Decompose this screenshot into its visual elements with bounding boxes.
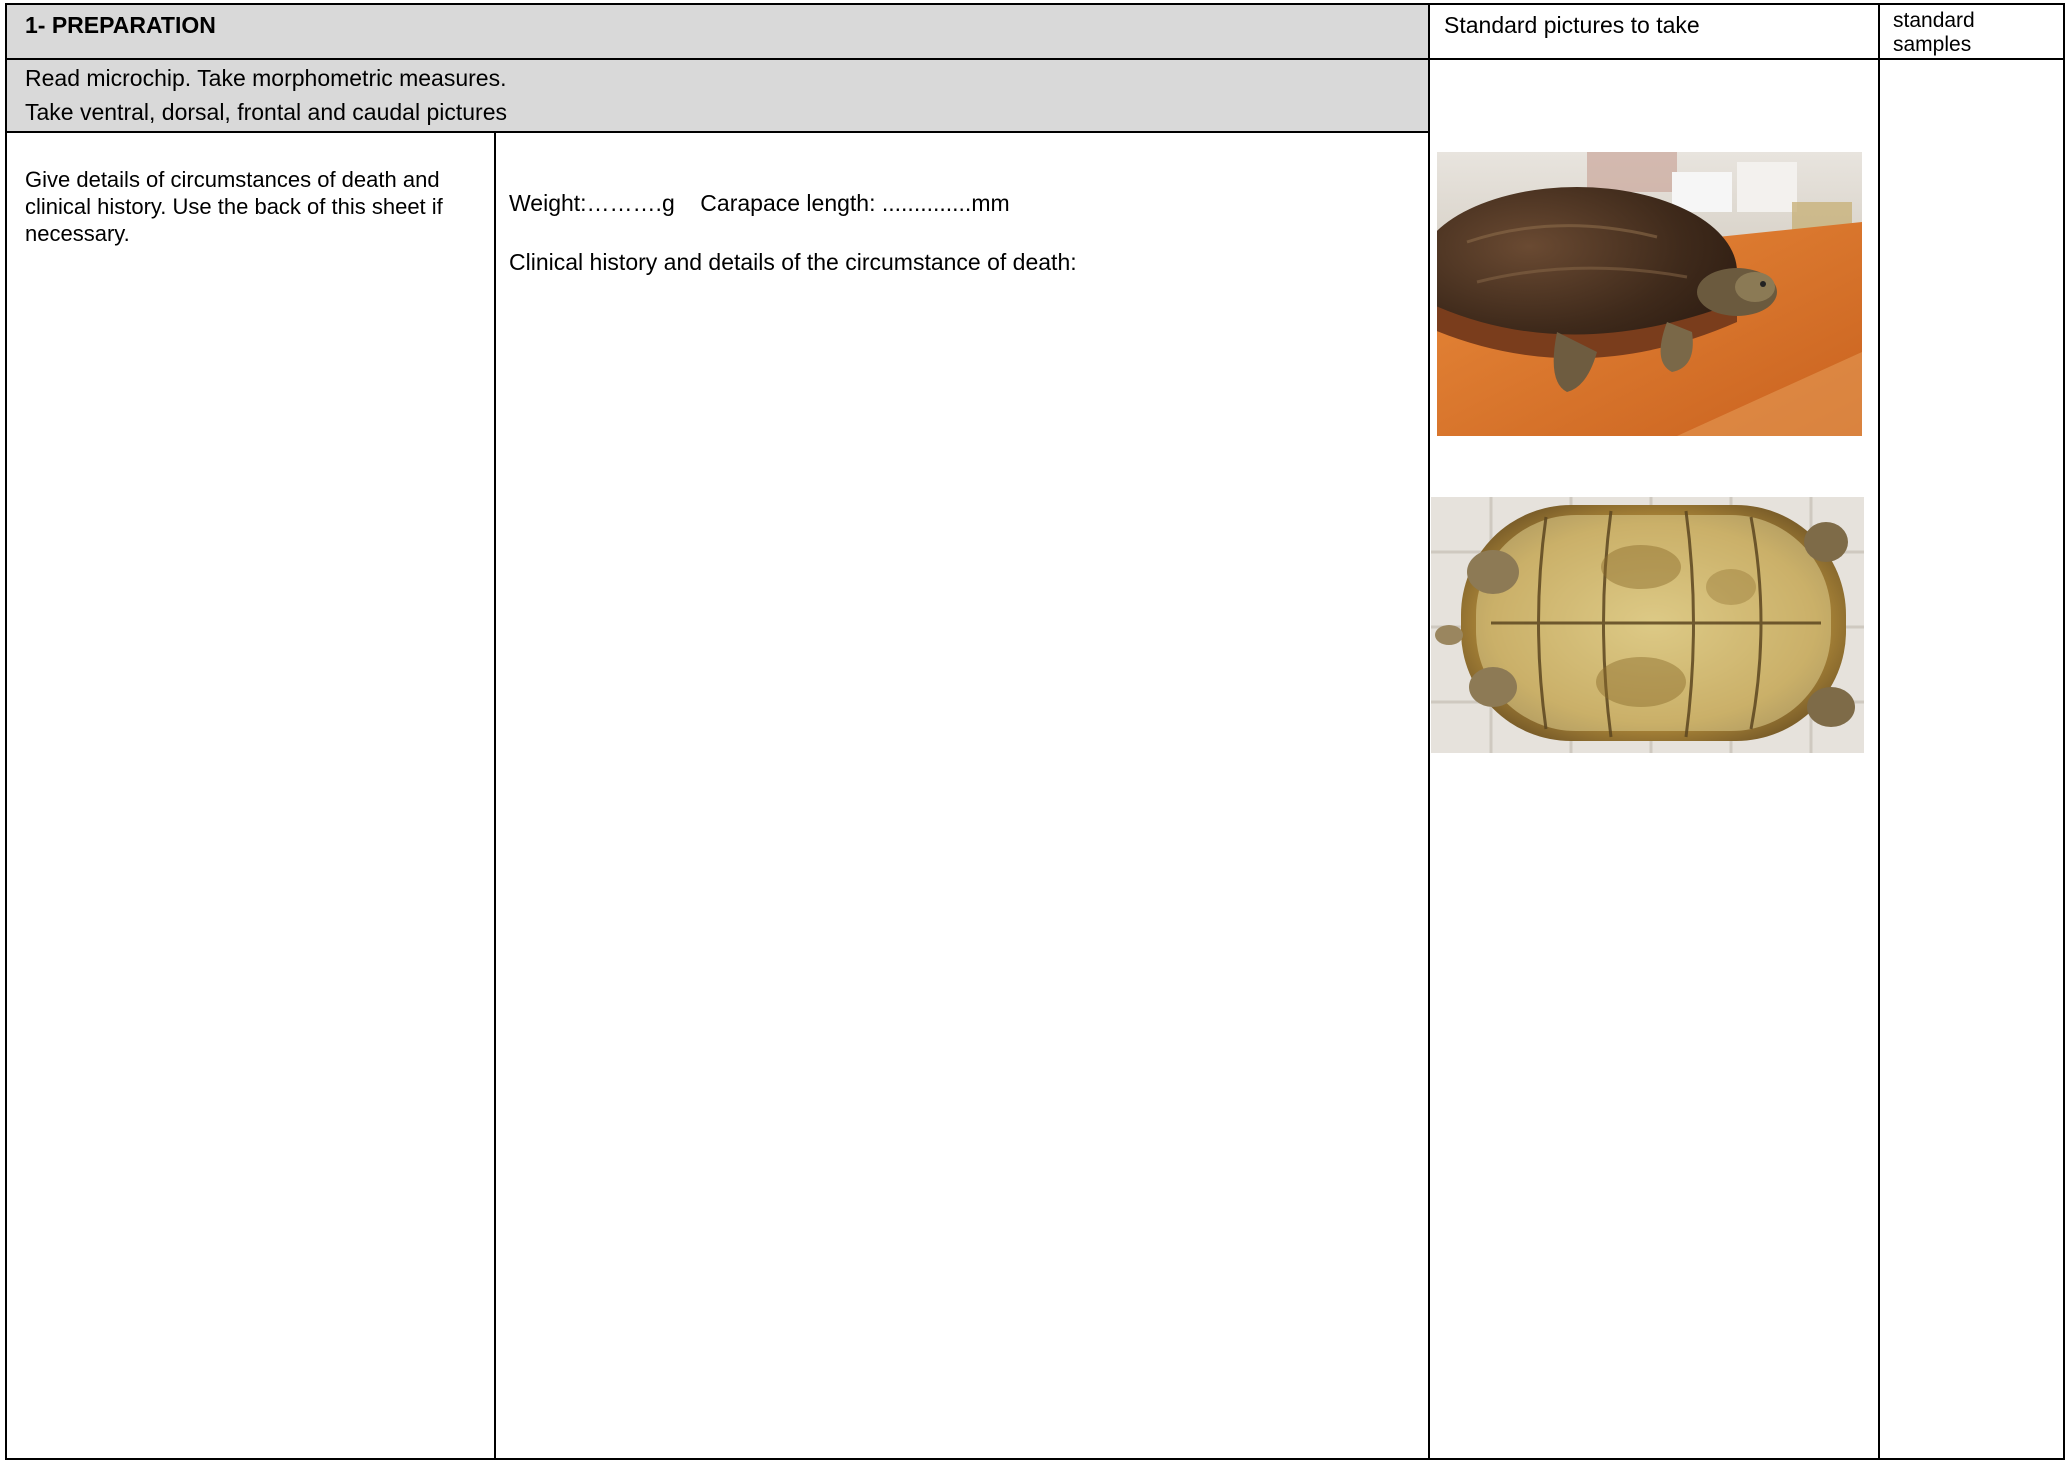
pictures-header: Standard pictures to take xyxy=(1444,12,1700,38)
pictures-header-cell: Standard pictures to take xyxy=(1428,3,1880,60)
samples-column xyxy=(1878,58,2065,1460)
section-title-cell: 1- PREPARATION xyxy=(5,3,1430,60)
section-title: 1- PREPARATION xyxy=(25,12,216,38)
instructions-cell: Read microchip. Take morphometric measur… xyxy=(5,58,1430,133)
necropsy-sheet: 1- PREPARATION Standard pictures to take… xyxy=(0,0,2065,1460)
tortoise-ventral-photo xyxy=(1431,497,1864,753)
instruction-line-1: Read microchip. Take morphometric measur… xyxy=(25,65,507,91)
weight-carapace-field[interactable]: Weight:……….g Carapace length: ..........… xyxy=(509,189,1010,217)
samples-header-cell: standard samples xyxy=(1878,3,2065,60)
death-details-instruction: Give details of circumstances of death a… xyxy=(25,167,443,246)
clinical-history-input-area[interactable] xyxy=(506,283,1416,1443)
pictures-column xyxy=(1428,58,1880,1460)
form-cell: Weight:……….g Carapace length: ..........… xyxy=(494,131,1430,1460)
instruction-line-2: Take ventral, dorsal, frontal and caudal… xyxy=(25,99,507,125)
instructions-left-cell: Give details of circumstances of death a… xyxy=(5,131,496,1460)
samples-header-line1: standard xyxy=(1893,9,1975,32)
clinical-history-label: Clinical history and details of the circ… xyxy=(509,249,1077,275)
tortoise-dorsal-photo xyxy=(1437,152,1862,436)
samples-header-line2: samples xyxy=(1893,33,1972,56)
